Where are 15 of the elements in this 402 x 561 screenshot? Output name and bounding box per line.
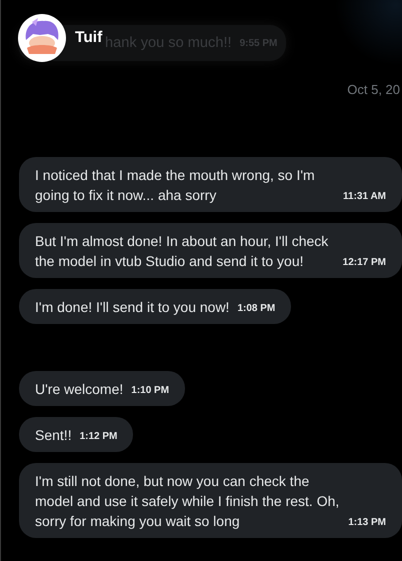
message-time: 12:17 PM: [342, 256, 386, 270]
date-separator: Oct 5, 20: [347, 82, 400, 99]
message-time: 1:08 PM: [236, 302, 276, 316]
message-time: 1:13 PM: [347, 516, 386, 530]
message-text: I'm still not done, but now you can check the model and use it safely while I finish the rest. Oh, sorry for making you wait so long: [35, 472, 340, 531]
message-text: I'm done! I'll send it to you now!: [35, 298, 230, 317]
avatar[interactable]: [18, 14, 66, 62]
contact-name[interactable]: Tuif: [75, 29, 102, 47]
message-time: 1:12 PM: [78, 430, 118, 444]
message-time: 1:10 PM: [130, 384, 170, 398]
message-text: But I'm almost done! In about an hour, I'll check the model in vtub Studio and send it to you!: [35, 232, 330, 271]
message-text: U're welcome!: [35, 380, 124, 399]
message-text: Sent!!: [35, 426, 72, 445]
message-text: I noticed that I made the mouth wrong, so I'm going to fix it now... aha sorry: [35, 166, 316, 205]
message-time: 11:31 AM: [342, 190, 386, 204]
